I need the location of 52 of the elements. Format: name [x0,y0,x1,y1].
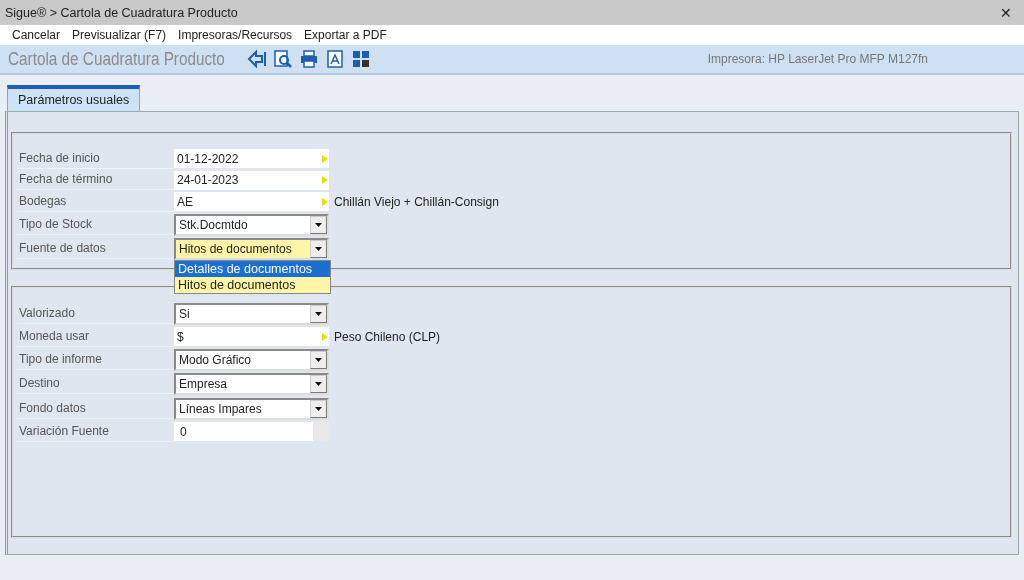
dropdown-button[interactable] [310,240,327,259]
dropdown-option[interactable]: Hitos de documentos [175,277,330,293]
input-field[interactable]: 0 [174,422,329,442]
caret-icon [315,357,322,362]
preview-icon[interactable] [273,49,294,69]
dropdown-button[interactable] [310,350,327,369]
caret-icon [315,406,322,411]
field-value: Hitos de documentos [178,242,293,257]
field-value: Líneas Impares [178,401,263,416]
field-description: Chillán Viejo + Chillán-Consign [334,194,499,209]
dropdown-button[interactable] [310,399,327,418]
printer-label: Impresora: HP LaserJet Pro MFP M127fn [707,52,928,66]
printer-icon[interactable] [299,49,320,69]
field-description: Peso Chileno (CLP) [334,329,441,344]
dropdown-button[interactable] [310,215,327,234]
field-value: 24-01-2023 [176,173,240,188]
input-field[interactable]: Si [174,302,329,325]
field-value: Stk.Docmtdo [178,217,249,232]
dropdown-button[interactable] [310,375,327,394]
dropdown-option[interactable]: Detalles de documentos [175,261,330,277]
input-field[interactable]: Hitos de documentos [174,238,329,261]
menu-item[interactable]: Exportar a PDF [304,28,387,42]
field-value: Si [178,306,191,321]
menu-item[interactable]: Cancelar [12,28,61,42]
report-title: Cartola de Cuadratura Producto [8,48,225,70]
menu-item[interactable]: Previsualizar (F7) [72,28,167,42]
caret-icon [315,247,322,252]
close-button[interactable]: ✕ [996,4,1016,21]
input-field[interactable]: Modo Gráfico [174,348,329,371]
caret-icon [315,222,322,227]
field-value: $ [176,329,185,344]
caret-icon [315,382,322,387]
window-title: Sigue® > Cartola de Cuadratura Producto [5,5,238,20]
input-field[interactable]: Líneas Impares [174,397,329,420]
input-field[interactable]: 24-01-2023 [174,170,329,190]
dropdown-button[interactable] [310,304,327,323]
field-value: 01-12-2022 [176,151,240,166]
input-field[interactable]: 01-12-2022 [174,149,329,169]
input-field[interactable]: Stk.Docmtdo [174,213,329,236]
input-field[interactable]: AE [174,192,329,212]
field-value: 0 [179,424,188,439]
caret-icon [315,311,322,316]
field-value: Modo Gráfico [178,352,253,367]
calculator-icon[interactable] [351,49,372,69]
pdf-icon[interactable] [325,49,346,69]
input-field[interactable]: Empresa [174,373,329,396]
menu-item[interactable]: Impresoras/Recursos [178,28,293,42]
tab[interactable]: Parámetros usuales [7,85,141,111]
back-arrow-icon[interactable] [247,49,268,69]
input-field[interactable]: $ [174,327,329,347]
field-value: AE [176,194,194,209]
field-value: Empresa [178,377,229,392]
